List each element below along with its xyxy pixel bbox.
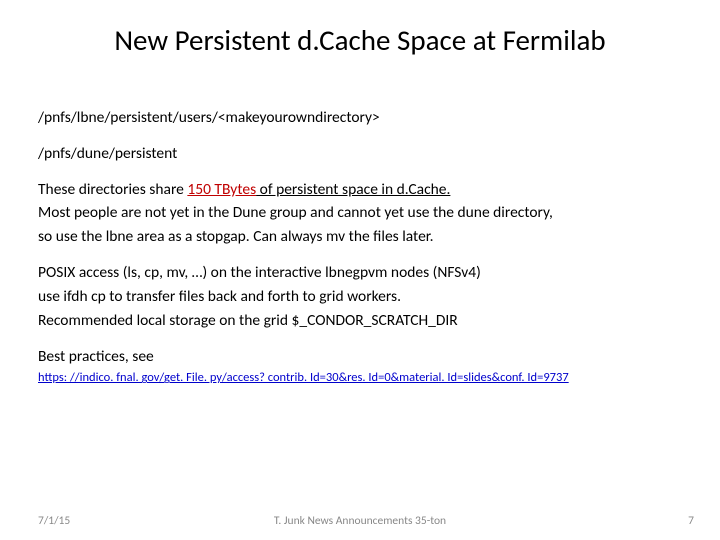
path-line-2: /pnfs/dune/persistent <box>38 144 682 164</box>
slide-body: /pnfs/lbne/persistent/users/<makeyourown… <box>38 108 682 387</box>
slide-title: New Persistent d.Cache Space at Fermilab <box>0 22 720 58</box>
path-line-1: /pnfs/lbne/persistent/users/<makeyourown… <box>38 108 682 128</box>
footer-center: T. Junk News Announcements 35-ton <box>0 514 720 528</box>
body-line: Most people are not yet in the Dune grou… <box>38 203 682 223</box>
best-practices-link[interactable]: https: //indico. fnal. gov/get. File. py… <box>38 370 682 386</box>
body-line: use ifdh cp to transfer files back and f… <box>38 287 682 307</box>
body-line: Recommended local storage on the grid $_… <box>38 311 682 331</box>
text-span: These directories share <box>38 180 187 199</box>
body-line: Best practices, see <box>38 347 682 367</box>
footer-page-number: 7 <box>688 514 694 528</box>
body-line: These directories share 150 TBytes of pe… <box>38 180 682 200</box>
text-span: of persistent space in d.Cache. <box>256 180 450 199</box>
body-line: so use the lbne area as a stopgap. Can a… <box>38 227 682 247</box>
slide: New Persistent d.Cache Space at Fermilab… <box>0 0 720 540</box>
body-line: POSIX access (ls, cp, mv, …) on the inte… <box>38 263 682 283</box>
emphasis-size: 150 TBytes <box>187 180 256 199</box>
